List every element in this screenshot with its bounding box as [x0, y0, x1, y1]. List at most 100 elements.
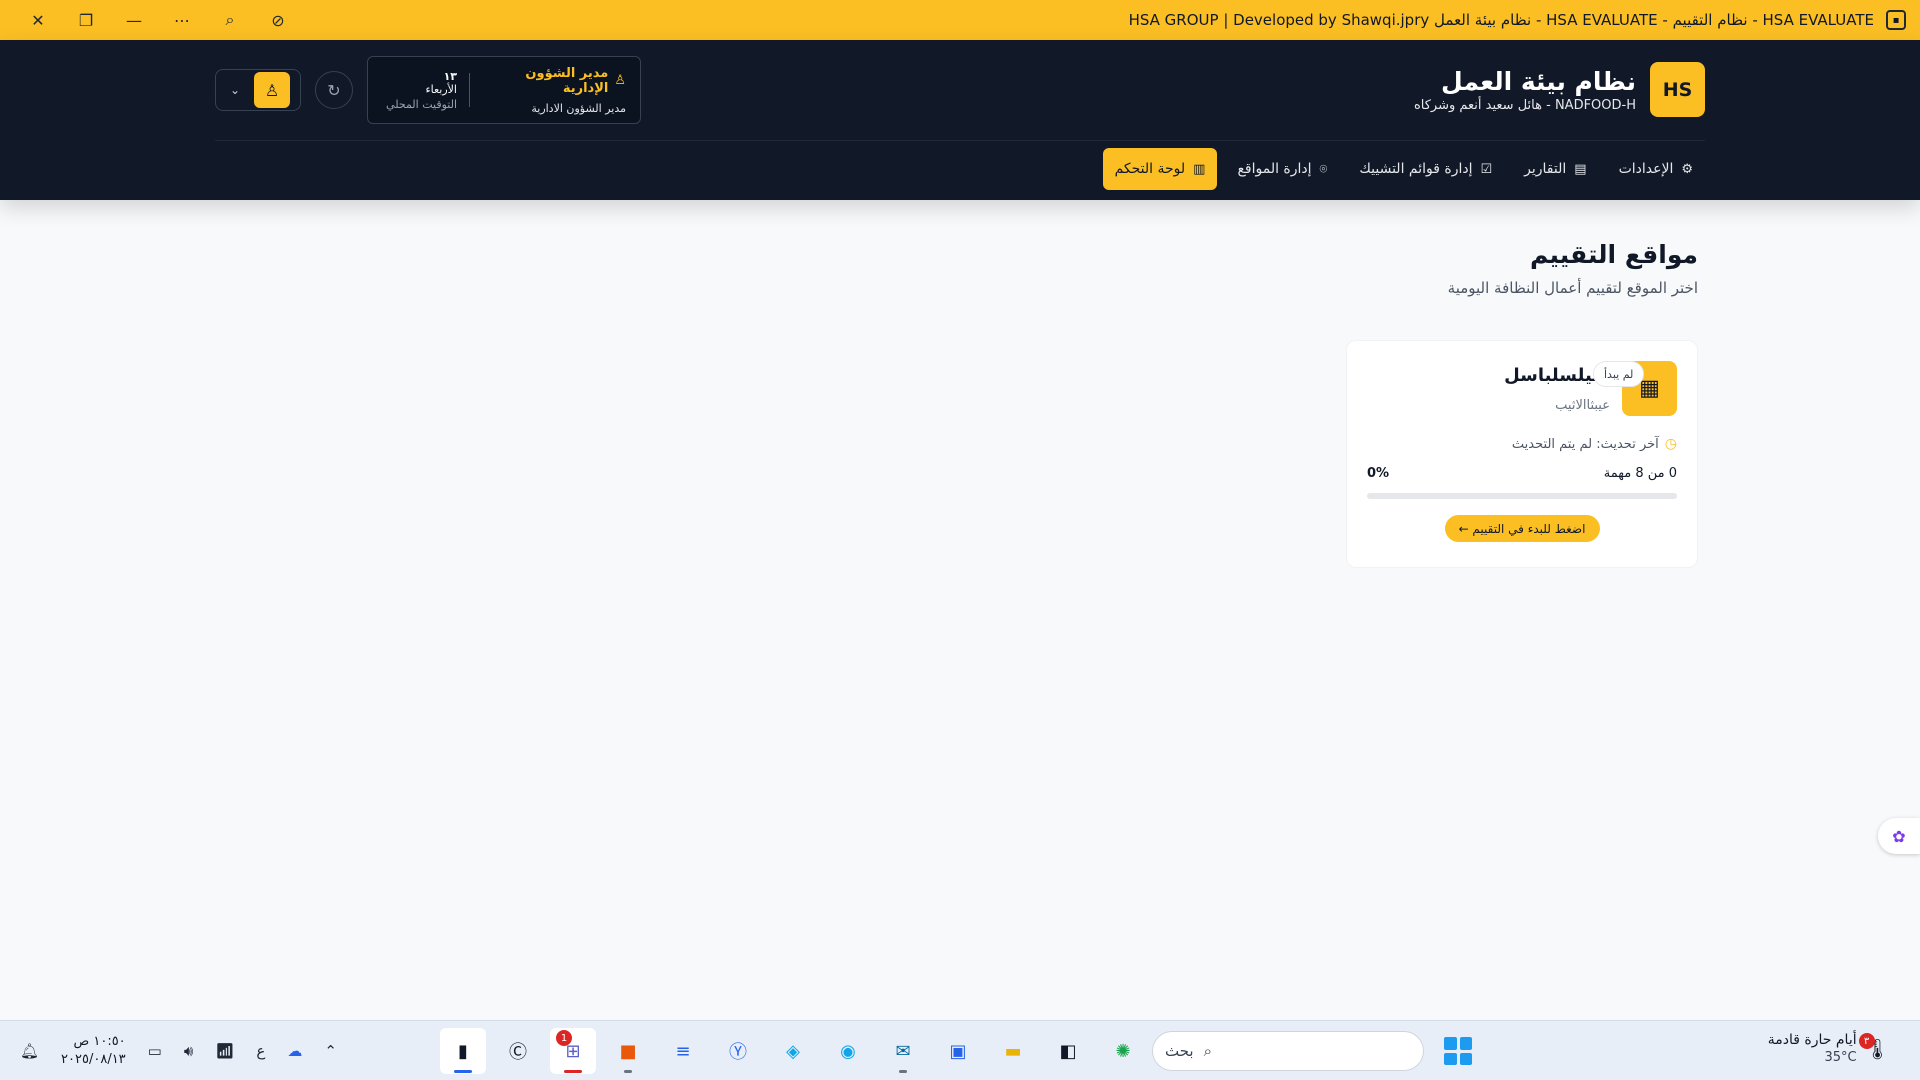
powerbi-icon: ▮: [458, 1040, 468, 1062]
file-text-icon: ▤: [1574, 161, 1587, 177]
page-search-icon[interactable]: ⌕: [206, 0, 254, 40]
nav-label: إدارة المواقع: [1237, 161, 1312, 177]
taskbar-app-tool[interactable]: ≡: [660, 1028, 706, 1074]
app-window-icon: ▪: [1886, 10, 1906, 30]
role-subtitle: مدير الشؤون الادارية: [531, 101, 626, 115]
clock[interactable]: ١٠:٥٠ ص ٢٠٢٥/٠٨/١٣: [61, 1033, 126, 1069]
clock-icon: ◷: [1664, 436, 1677, 452]
battery-icon[interactable]: ▭: [148, 1042, 162, 1060]
thermometer-icon: 🌡︎ ٣: [1858, 1033, 1890, 1061]
progress-percent: 0%: [1367, 466, 1390, 481]
date-block: ١٣ الأربعاء التوقيت المحلي: [382, 70, 457, 111]
taskbar-app-office[interactable]: ■: [605, 1028, 651, 1074]
main-nav: ▥ لوحة التحكم ⌾ إدارة المواقع ☑ إدارة قو…: [1102, 148, 1705, 190]
clock-date: ٢٠٢٥/٠٨/١٣: [61, 1052, 126, 1067]
user-area: ⌄ ♙ ↻ ١٣ الأربعاء التوقيت المحلي ♙ مدير …: [215, 56, 641, 124]
restore-icon[interactable]: ❐: [62, 0, 110, 40]
logo: HS: [1650, 62, 1705, 117]
refresh-icon[interactable]: ↻: [315, 71, 353, 109]
assistant-icon[interactable]: ✿: [1878, 818, 1920, 854]
nav-settings[interactable]: ⚙ الإعدادات: [1607, 148, 1705, 190]
user-menu-button[interactable]: ⌄ ♙: [215, 69, 301, 111]
taskbar: 🔔︎ ١٠:٥٠ ص ٢٠٢٥/٠٨/١٣ ▭ 🔊︎ 📶︎ ع ☁ ⌃ ▮ Ⓒ …: [0, 1020, 1920, 1080]
last-update-text: آخر تحديث: لم يتم التحديث: [1511, 436, 1659, 452]
brand-subtitle: NADFOOD-H - هائل سعيد أنعم وشركاه: [1413, 97, 1636, 113]
taskbar-search[interactable]: ⌕ بحث: [1152, 1031, 1424, 1071]
outlook-icon: ✉: [895, 1040, 911, 1062]
page-subtitle: اختر الموقع لتقييم أعمال النظافة اليومية: [1447, 279, 1698, 297]
system-tray: 🔔︎ ١٠:٥٠ ص ٢٠٢٥/٠٨/١٣ ▭ 🔊︎ 📶︎ ع ☁ ⌃: [20, 1021, 337, 1080]
taskbar-app-store[interactable]: ▣: [935, 1028, 981, 1074]
close-icon[interactable]: ✕: [14, 0, 62, 40]
onedrive-icon[interactable]: ☁: [287, 1042, 302, 1060]
main-content: مواقع التقييم اختر الموقع لتقييم أعمال ا…: [698, 240, 1698, 568]
start-evaluation-button[interactable]: اضغط للبدء في التقييم ←: [1444, 515, 1600, 542]
zoom-icon[interactable]: ⊘: [254, 0, 302, 40]
clock-time: ١٠:٥٠ ص: [73, 1034, 126, 1049]
weather-title: أيام حارة قادمة: [1767, 1032, 1857, 1048]
taskbar-app-copilot[interactable]: ✺: [1100, 1028, 1146, 1074]
network-icon: ◈: [786, 1040, 800, 1062]
role-title-text: مدير الشؤون الإدارية: [525, 65, 609, 96]
edge-icon: ◉: [840, 1040, 856, 1062]
nav-label: الإعدادات: [1618, 161, 1674, 177]
site-subtitle: عيبثاالاثيب: [1555, 398, 1610, 413]
taskbar-app-outlook[interactable]: ✉: [880, 1028, 926, 1074]
notes-icon: ◧: [1059, 1040, 1077, 1062]
chevron-up-icon[interactable]: ⌃: [324, 1042, 337, 1060]
nav-dashboard[interactable]: ▥ لوحة التحكم: [1102, 148, 1218, 190]
map-pin-icon: ⌾: [1319, 161, 1328, 177]
taskbar-app-explorer[interactable]: ▬: [990, 1028, 1036, 1074]
taskbar-app-powerbi[interactable]: ▮: [440, 1028, 486, 1074]
brand: HS نظام بيئة العمل NADFOOD-H - هائل سعيد…: [1414, 62, 1705, 117]
nav-checklists[interactable]: ☑ إدارة قوائم التشييك: [1347, 148, 1504, 190]
day-name: الأربعاء: [425, 82, 457, 96]
role-title: ♙ مدير الشؤون الإدارية: [482, 66, 626, 96]
weather-temp: 35°C: [1824, 1050, 1857, 1065]
header-divider: [215, 140, 1705, 141]
last-update: ◷ آخر تحديث: لم يتم التحديث: [1367, 436, 1677, 452]
more-icon[interactable]: ⋯: [158, 0, 206, 40]
nav-label: لوحة التحكم: [1114, 161, 1186, 177]
language-indicator[interactable]: ع: [256, 1042, 265, 1060]
tool-icon: ≡: [675, 1040, 691, 1062]
brand-title: نظام بيئة العمل: [1441, 66, 1636, 96]
wifi-icon[interactable]: 📶︎: [215, 1042, 234, 1060]
app-header: HS نظام بيئة العمل NADFOOD-H - هائل سعيد…: [0, 40, 1920, 200]
window-titlebar: ✕ ❐ — ⋯ ⌕ ⊘ ▪ HSA GROUP | Developed by S…: [0, 0, 1920, 40]
taskbar-app-network[interactable]: ◈: [770, 1028, 816, 1074]
windows-start-icon[interactable]: [1440, 1033, 1476, 1069]
taskbar-app-notes[interactable]: ◧: [1045, 1028, 1091, 1074]
copilot-icon: ✺: [1115, 1040, 1131, 1062]
status-badge: لم يبدأ: [1593, 361, 1645, 387]
nav-sites[interactable]: ⌾ إدارة المواقع: [1225, 148, 1339, 190]
user-info-card: ١٣ الأربعاء التوقيت المحلي ♙ مدير الشؤون…: [367, 56, 641, 124]
window-title: HSA GROUP | Developed by Shawqi.jpry نظا…: [1128, 11, 1874, 29]
search-placeholder: بحث: [1165, 1042, 1194, 1060]
weather-badge: ٣: [1858, 1033, 1875, 1049]
taskbar-app-c[interactable]: Ⓒ: [495, 1028, 541, 1074]
y-app-icon: Ⓨ: [729, 1042, 747, 1063]
c-app-icon: Ⓒ: [509, 1042, 527, 1063]
chevron-down-icon: ⌄: [230, 83, 241, 97]
weather-widget[interactable]: 🌡︎ ٣ أيام حارة قادمة 35°C: [1768, 1031, 1890, 1067]
teams-badge: 1: [556, 1030, 572, 1046]
minimize-icon[interactable]: —: [110, 0, 158, 40]
volume-icon[interactable]: 🔊︎: [184, 1042, 193, 1060]
taskbar-app-teams[interactable]: ⊞ 1: [550, 1028, 596, 1074]
gear-icon: ⚙: [1681, 161, 1693, 177]
bar-chart-icon: ▥: [1193, 161, 1206, 177]
user-icon: ♙: [254, 72, 290, 108]
site-card[interactable]: ▦ سيلسلباسل عيبثاالاثيب لم يبدأ ◷ آخر تح…: [1346, 340, 1698, 568]
checkbox-icon: ☑: [1480, 161, 1493, 177]
window-controls: ✕ ❐ — ⋯ ⌕ ⊘: [14, 0, 302, 40]
time-label: التوقيت المحلي: [386, 97, 457, 111]
folder-icon: ▬: [1004, 1040, 1022, 1062]
notification-bell-icon[interactable]: 🔔︎: [20, 1042, 39, 1060]
nav-reports[interactable]: ▤ التقارير: [1512, 148, 1598, 190]
taskbar-app-y[interactable]: Ⓨ: [715, 1028, 761, 1074]
nav-label: إدارة قوائم التشييك: [1359, 161, 1473, 177]
store-icon: ▣: [949, 1040, 967, 1062]
taskbar-app-edge[interactable]: ◉: [825, 1028, 871, 1074]
user-icon: ♙: [614, 73, 626, 88]
